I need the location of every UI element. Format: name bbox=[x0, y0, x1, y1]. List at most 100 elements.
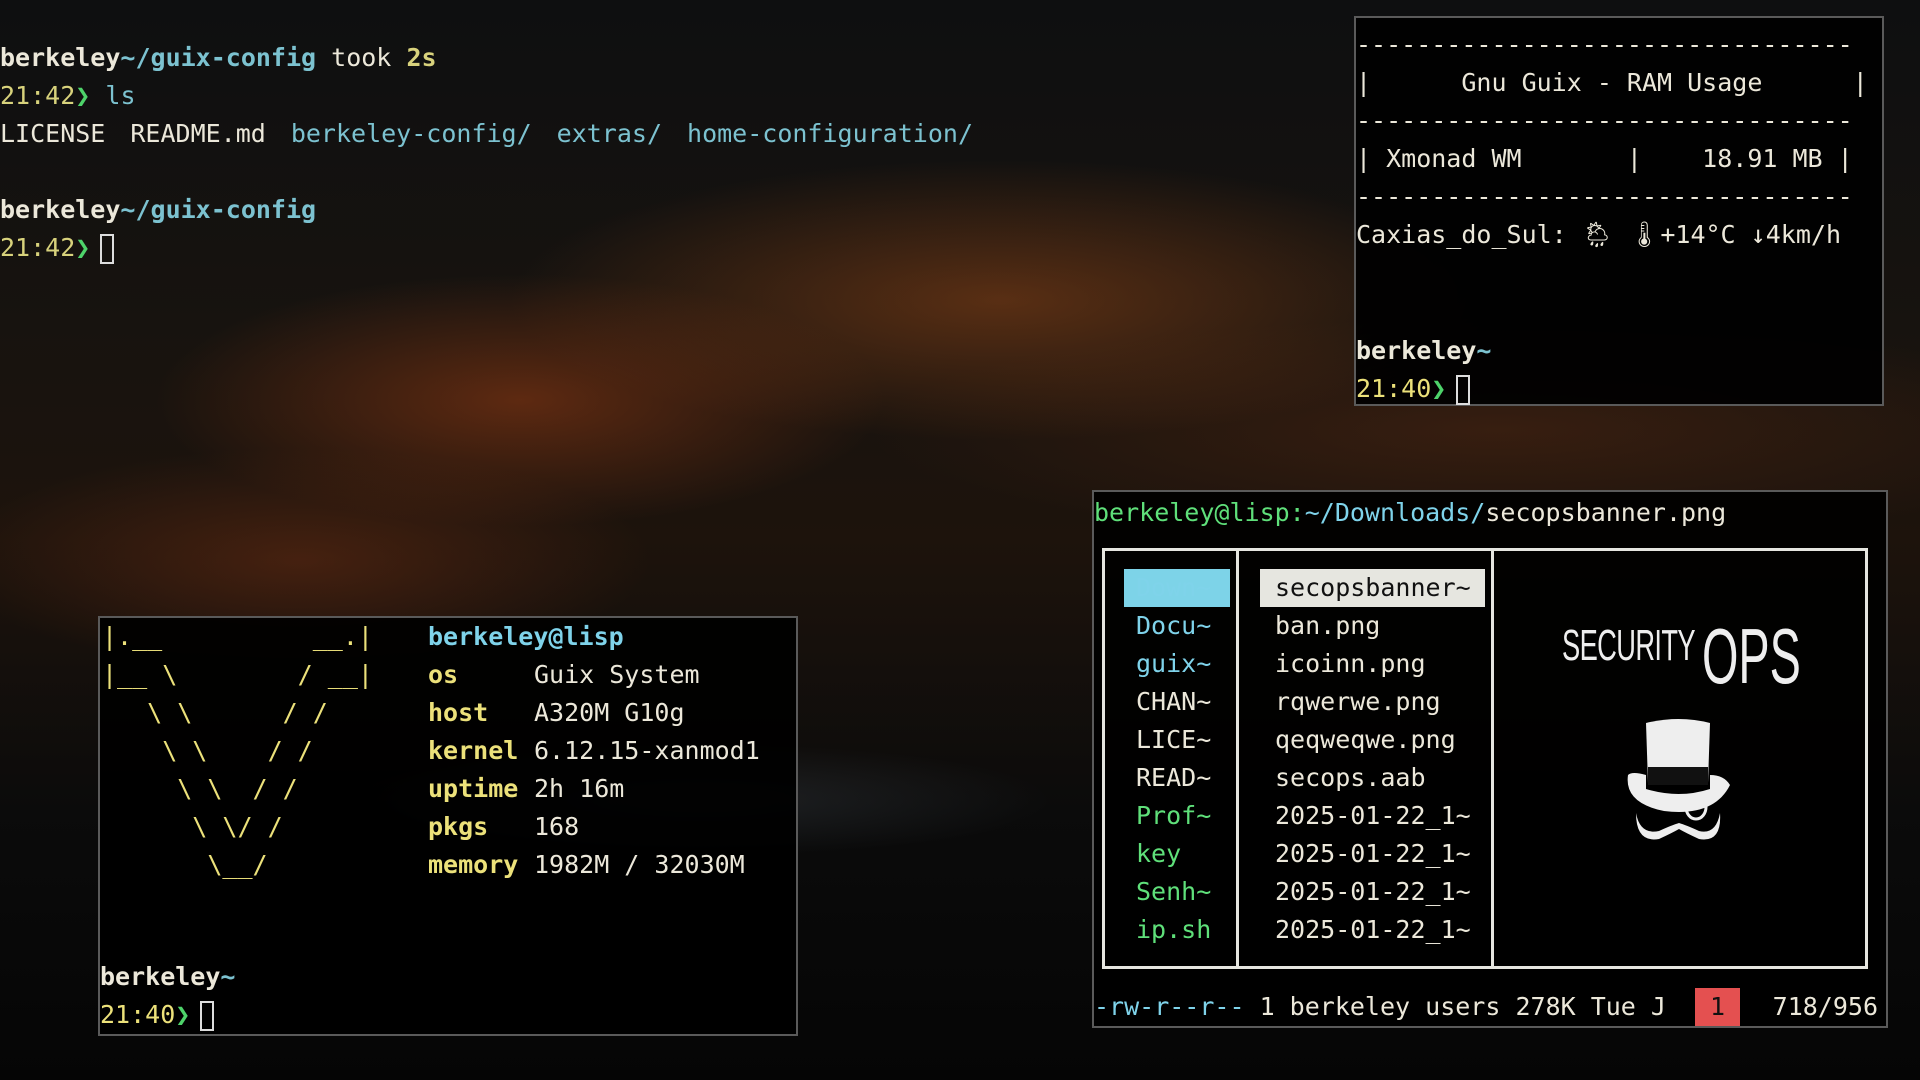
info-value: 6.12.15-xanmod1 bbox=[534, 736, 760, 765]
parent-dir-entry[interactable]: Prof~ bbox=[1124, 797, 1230, 835]
prompt-user: berkeley bbox=[1356, 336, 1477, 365]
user-host: berkeley@lisp bbox=[428, 622, 624, 651]
rain-cloud-icon: 🌦 bbox=[1581, 220, 1614, 249]
parent-directory-column: Down~ Docu~ guix~ CHAN~ LICE~ READ~ Prof~ key Se… bbox=[1124, 569, 1230, 949]
guix-ascii-logo: |.__ __.| |__ \ / __| \ \ / / \ \ / / \ \… bbox=[102, 618, 373, 884]
input-line[interactable]: 21:40❯ bbox=[1356, 370, 1471, 408]
file-entry[interactable]: 2025-01-22_1~ bbox=[1260, 835, 1485, 873]
info-key: kernel bbox=[428, 736, 519, 765]
command-text: ls bbox=[105, 81, 136, 110]
parent-dir-entry[interactable]: guix~ bbox=[1124, 645, 1230, 683]
file-entry[interactable]: rqwerwe.png bbox=[1260, 683, 1485, 721]
info-row: memory 1982M / 32030M bbox=[428, 846, 760, 884]
ls-output: LICENSE README.md berkeley-config/extras/h… bbox=[0, 115, 998, 153]
ls-entry[interactable]: extras/ bbox=[557, 119, 662, 148]
neofetch-terminal[interactable]: |.__ __.| |__ \ / __| \ \ / / \ \ / / \ \… bbox=[98, 616, 798, 1036]
logo-text: SECURITY bbox=[1562, 621, 1696, 670]
logo-line: \ \ / / bbox=[102, 698, 328, 727]
temperature: +14°C bbox=[1660, 220, 1736, 249]
logo-line: \ \ / / bbox=[102, 736, 313, 765]
prompt-user: berkeley bbox=[0, 43, 121, 72]
file-info: 1 berkeley users 278K Tue J bbox=[1259, 992, 1666, 1021]
info-value: 1982M / 32030M bbox=[534, 850, 745, 879]
ls-entry[interactable]: home-configuration/ bbox=[687, 119, 973, 148]
parent-dir-entry[interactable]: Down~ bbox=[1124, 569, 1230, 607]
weather-line: Caxias_do_Sul: 🌦 🌡+14°C ↓4km/h bbox=[1356, 216, 1841, 254]
parent-dir-entry[interactable]: READ~ bbox=[1124, 759, 1230, 797]
file-entry[interactable]: secopsbanner~ bbox=[1260, 569, 1485, 607]
file-panes: Down~ Docu~ guix~ CHAN~ LICE~ READ~ Prof~ key Se… bbox=[1102, 548, 1868, 969]
info-row: pkgs 168 bbox=[428, 808, 760, 846]
ls-entry[interactable]: berkeley-config/ bbox=[291, 119, 532, 148]
prompt-time: 21:40 bbox=[1356, 374, 1432, 403]
prompt-path: ~ bbox=[1476, 336, 1492, 365]
file-position: 718/956 bbox=[1772, 992, 1878, 1021]
table-rule: --------------------------------- bbox=[1356, 106, 1853, 135]
file-manager-window[interactable]: berkeley@lisp:~/Downloads/secopsbanner.p… bbox=[1092, 490, 1888, 1028]
prompt-arrow-icon: ❯ bbox=[175, 1000, 191, 1029]
file-entry[interactable]: icoinn.png bbox=[1260, 645, 1485, 683]
current-directory-column: secopsbanner~ ban.png icoinn.png rqwerwe.pn… bbox=[1260, 569, 1485, 949]
security-ops-logo: SECURITYOPS bbox=[1562, 617, 1867, 695]
file-permissions: -rw-r--r-- bbox=[1094, 992, 1245, 1021]
parent-dir-entry[interactable]: ip.sh bbox=[1124, 911, 1230, 949]
parent-dir-entry[interactable]: CHAN~ bbox=[1124, 683, 1230, 721]
logo-line: \ \/ / bbox=[102, 812, 283, 841]
info-row: os Guix System bbox=[428, 656, 760, 694]
info-value: 168 bbox=[534, 812, 580, 841]
tab-badge[interactable]: 1 bbox=[1695, 988, 1740, 1026]
table-rule: --------------------------------- bbox=[1356, 30, 1853, 59]
cursor bbox=[100, 234, 115, 264]
prompt-arrow-icon: ❯ bbox=[75, 81, 91, 110]
prompt-arrow-icon: ❯ bbox=[75, 233, 91, 262]
info-value: A320M G10g bbox=[534, 698, 685, 727]
ram-usage-terminal[interactable]: --------------------------------- | Gnu … bbox=[1354, 16, 1884, 406]
info-key: uptime bbox=[428, 774, 519, 803]
file-entry[interactable]: secops.aab bbox=[1260, 759, 1485, 797]
prompt-user: berkeley bbox=[100, 962, 221, 991]
parent-dir-entry[interactable]: Docu~ bbox=[1124, 607, 1230, 645]
file-entry[interactable]: ban.png bbox=[1260, 607, 1485, 645]
system-info: os Guix System host A320M G10g kernel 6.12.15… bbox=[428, 656, 760, 884]
file-entry[interactable]: 2025-01-22_1~ bbox=[1260, 797, 1485, 835]
prompt-arrow-icon: ❯ bbox=[1431, 374, 1447, 403]
ls-entry[interactable]: LICENSE bbox=[0, 119, 105, 148]
info-key: os bbox=[428, 660, 459, 689]
info-row: uptime 2h 16m bbox=[428, 770, 760, 808]
duration: 2s bbox=[406, 43, 437, 72]
weather-location: Caxias_do_Sul: bbox=[1356, 220, 1567, 249]
prompt-path: ~/guix-config bbox=[120, 43, 317, 72]
wind-icon: ↓ bbox=[1750, 220, 1766, 249]
logo-line: |__ \ / __| bbox=[102, 660, 373, 689]
file-entry[interactable]: qeqweqwe.png bbox=[1260, 721, 1485, 759]
prompt-time: 21:40 bbox=[100, 1000, 176, 1029]
table-rule: --------------------------------- bbox=[1356, 182, 1853, 211]
parent-dir-entry[interactable]: key bbox=[1124, 835, 1230, 873]
file-entry[interactable]: 2025-01-22_1~ bbox=[1260, 873, 1485, 911]
file-entry[interactable]: 2025-01-22_1~ bbox=[1260, 911, 1485, 949]
cursor bbox=[1456, 375, 1471, 405]
input-line[interactable]: 21:42❯ bbox=[0, 229, 115, 267]
image-preview: SECURITYOPS bbox=[1494, 551, 1865, 966]
prompt-line: berkeley~/guix-config took 2s bbox=[0, 39, 437, 77]
info-key: pkgs bbox=[428, 812, 489, 841]
parent-dir-entry[interactable]: LICE~ bbox=[1124, 721, 1230, 759]
info-value: 2h 16m bbox=[534, 774, 625, 803]
prompt-time: 21:42 bbox=[0, 233, 76, 262]
path-title: berkeley@lisp:~/Downloads/secopsbanner.p… bbox=[1094, 494, 1726, 532]
current-file: secopsbanner.png bbox=[1485, 498, 1727, 527]
ls-entry[interactable]: README.md bbox=[130, 119, 265, 148]
info-row: host A320M G10g bbox=[428, 694, 760, 732]
command-line: 21:42❯ ls bbox=[0, 77, 136, 115]
info-row: kernel 6.12.15-xanmod1 bbox=[428, 732, 760, 770]
prompt-line: berkeley~ bbox=[1356, 332, 1491, 370]
pane-divider bbox=[1236, 551, 1239, 966]
cursor bbox=[200, 1001, 215, 1031]
prompt-user: berkeley bbox=[0, 195, 121, 224]
info-key: memory bbox=[428, 850, 519, 879]
table-title: | Gnu Guix - RAM Usage | bbox=[1356, 68, 1868, 97]
input-line[interactable]: 21:40❯ bbox=[100, 996, 215, 1034]
parent-dir-entry[interactable]: Senh~ bbox=[1124, 873, 1230, 911]
user-host: berkeley@lisp: bbox=[1094, 498, 1305, 527]
prompt-line: berkeley~ bbox=[100, 958, 235, 996]
